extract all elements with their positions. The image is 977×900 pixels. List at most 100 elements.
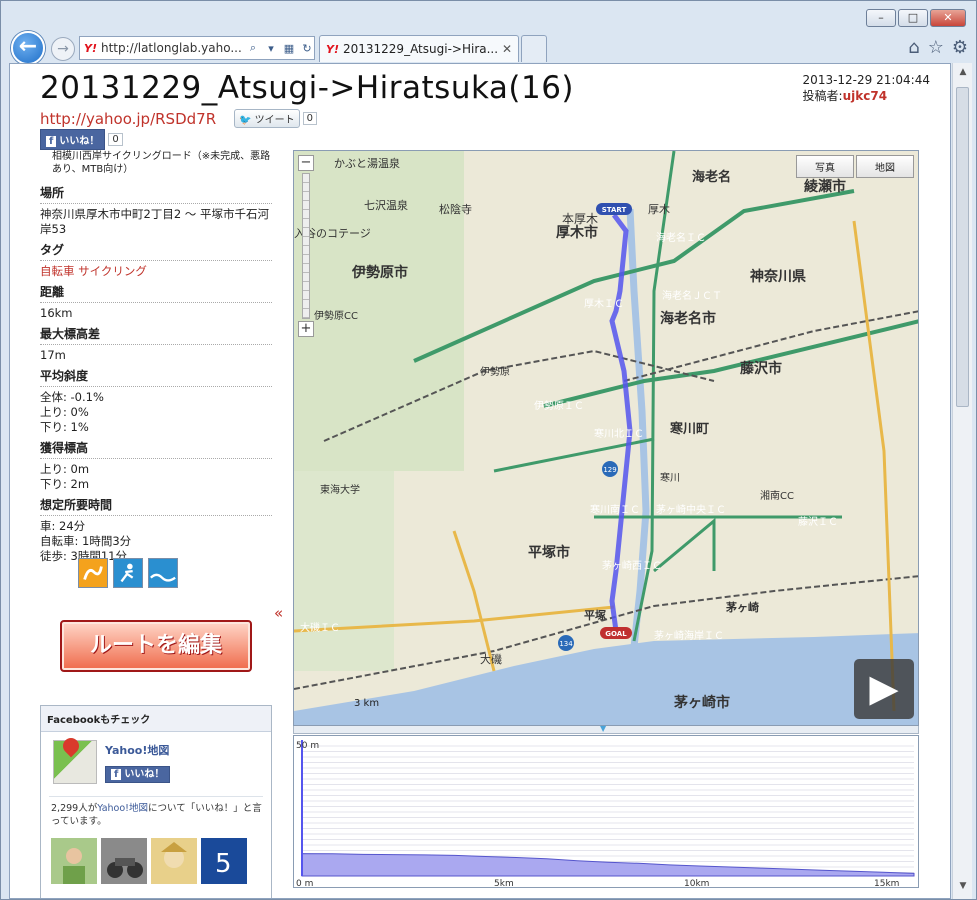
zoom-control: − + [298, 155, 314, 337]
collapse-sidebar-icon[interactable]: « [274, 604, 283, 622]
edit-route-button[interactable]: ルートを編集 [60, 620, 252, 672]
map-type-switch: 写真 地図 [796, 155, 914, 178]
avatar[interactable]: 5 [201, 838, 247, 884]
back-button[interactable]: ← [11, 31, 45, 65]
svg-text:大磯: 大磯 [480, 652, 502, 666]
elevation-profile[interactable]: 50 m 0 m 5km 10km 15km [293, 735, 919, 889]
slope-values: 全体: -0.1% 上り: 0% 下り: 1% [40, 390, 104, 434]
elevation-chart: 50 m 0 m 5km 10km 15km [296, 740, 915, 889]
route-start-marker[interactable]: START [596, 203, 632, 215]
fb-page-name[interactable]: Yahoo!地図 [105, 742, 169, 758]
tags-value[interactable]: 自転車 サイクリング [40, 264, 272, 279]
map-type-photo-button[interactable]: 写真 [796, 155, 854, 178]
svg-text:129: 129 [603, 466, 616, 474]
fb-like-count-text: 2,299人がYahoo!地図について「いいね！」と言っています。 [51, 803, 262, 827]
svg-text:厚木ＩＣ: 厚木ＩＣ [584, 298, 624, 310]
svg-text:伊勢原CC: 伊勢原CC [314, 309, 358, 322]
tab-active[interactable]: Y! 20131229_Atsugi->Hira... ✕ [319, 35, 519, 62]
svg-text:GOAL: GOAL [605, 630, 627, 638]
poster-label: 投稿者: [802, 89, 843, 103]
svg-text:七沢温泉: 七沢温泉 [364, 198, 408, 212]
scroll-down-icon[interactable]: ▼ [956, 881, 970, 895]
svg-text:海老名: 海老名 [692, 169, 731, 185]
new-tab-button[interactable] [521, 35, 547, 62]
elevation-y-top: 50 m [296, 741, 319, 751]
tweet-count: 0 [302, 112, 318, 125]
forward-button[interactable]: → [51, 37, 75, 61]
svg-text:海老名市: 海老名市 [660, 310, 716, 327]
tab-title: 20131229_Atsugi->Hira... [342, 42, 498, 56]
map-type-map-button[interactable]: 地図 [856, 155, 914, 178]
post-datetime: 2013-12-29 21:04:44 [802, 73, 930, 87]
facebook-box-header: Facebookもチェック [41, 706, 271, 732]
svg-text:伊勢原市: 伊勢原市 [351, 264, 408, 281]
svg-text:藤沢市: 藤沢市 [740, 360, 782, 377]
svg-text:藤沢ＩＣ: 藤沢ＩＣ [798, 515, 838, 528]
route-map[interactable]: START GOAL かぶと湯温泉 七沢温泉 松陰寺 入谷のコテージ 厚木市 本… [293, 150, 919, 726]
address-bar[interactable]: Y! http://latlonglab.yaho... ⌕ ▾ ▦ ↻ [79, 36, 315, 60]
elevation-x-label: 15km [874, 879, 899, 889]
svg-text:平塚: 平塚 [584, 608, 606, 622]
zoom-in-button[interactable]: + [298, 321, 314, 337]
svg-text:湘南CC: 湘南CC [760, 489, 794, 502]
svg-text:茅ヶ崎: 茅ヶ崎 [726, 600, 759, 614]
refresh-icon[interactable]: ↻ [300, 42, 314, 55]
compat-icon[interactable]: ▦ [282, 42, 296, 55]
svg-text:海老名ＪＣＴ: 海老名ＪＣＴ [662, 289, 722, 302]
dropdown-icon[interactable]: ▾ [264, 42, 278, 55]
svg-text:茅ヶ崎市: 茅ヶ崎市 [674, 694, 730, 711]
svg-text:5: 5 [215, 849, 232, 879]
twitter-bird-icon: 🐦 [239, 115, 252, 126]
zoom-out-button[interactable]: − [298, 155, 314, 171]
play-button[interactable]: ▶ [854, 659, 914, 719]
page-scrollbar[interactable]: ▲ ▼ [952, 63, 972, 899]
elevation-area [301, 853, 915, 877]
map-canvas[interactable]: START GOAL かぶと湯温泉 七沢温泉 松陰寺 入谷のコテージ 厚木市 本… [294, 151, 919, 726]
time-label: 想定所要時間 [40, 496, 272, 516]
svg-text:寒川町: 寒川町 [669, 421, 709, 437]
location-label: 場所 [40, 184, 272, 204]
map-splitter[interactable]: ▼ [293, 725, 919, 734]
avatar[interactable] [151, 838, 197, 884]
poster-link[interactable]: ujkc74 [843, 89, 887, 103]
avatar[interactable] [51, 838, 97, 884]
wave-icon[interactable] [148, 558, 178, 588]
avatar[interactable] [101, 838, 147, 884]
tweet-button[interactable]: 🐦 ツイート [234, 109, 300, 128]
fb-like-button[interactable]: f いいね！ [40, 129, 106, 150]
search-icon[interactable]: ⌕ [246, 41, 260, 55]
facebook-box: Facebookもチェック Yahoo!地図 f いいね！ 2,299人がYaho… [40, 705, 272, 898]
svg-text:厚木市: 厚木市 [556, 224, 598, 241]
home-icon[interactable]: ⌂ [908, 37, 919, 58]
svg-text:本厚木: 本厚木 [562, 212, 598, 226]
svg-text:寒川: 寒川 [660, 471, 680, 484]
favorites-star-icon[interactable]: ☆ [928, 37, 944, 58]
tab-close-icon[interactable]: ✕ [502, 42, 512, 56]
route-goal-marker[interactable]: GOAL [600, 627, 632, 639]
short-url-link[interactable]: http://yahoo.jp/RSDd7R [40, 110, 216, 128]
address-url[interactable]: http://latlonglab.yaho... [101, 41, 242, 55]
scroll-up-icon[interactable]: ▲ [956, 67, 970, 81]
fb-page-like-button[interactable]: f いいね！ [105, 766, 171, 783]
zoom-slider[interactable] [302, 173, 310, 319]
map-scale: 3 km [354, 698, 380, 709]
svg-text:伊勢原ＩＣ: 伊勢原ＩＣ [534, 399, 584, 412]
browser-toolbar-right: ⌂ ☆ ⚙ [908, 37, 968, 58]
scroll-thumb[interactable] [956, 87, 969, 407]
runner-icon[interactable] [113, 558, 143, 588]
svg-text:東海大学: 東海大学 [320, 483, 360, 496]
site-favicon-icon: Y! [84, 41, 97, 55]
distance-label: 距離 [40, 283, 272, 303]
maximize-button[interactable]: □ [898, 9, 928, 27]
svg-text:松陰寺: 松陰寺 [439, 202, 472, 216]
svg-text:大磯ＩＣ: 大磯ＩＣ [300, 621, 340, 634]
facebook-icon: f [111, 769, 122, 780]
route-details: 相模川西岸サイクリングロード（※未完成、悪路あり、MTB向け） 場所 神奈川県厚… [40, 150, 272, 568]
location-value: 神奈川県厚木市中町2丁目2 〜 平塚市千石河岸53 [40, 207, 269, 236]
settings-gear-icon[interactable]: ⚙ [952, 37, 968, 58]
cycling-road-icon[interactable] [78, 558, 108, 588]
svg-text:神奈川県: 神奈川県 [750, 268, 806, 285]
max-elevation-value: 17m [40, 348, 66, 362]
close-button[interactable]: ✕ [930, 9, 966, 27]
minimize-button[interactable]: – [866, 9, 896, 27]
